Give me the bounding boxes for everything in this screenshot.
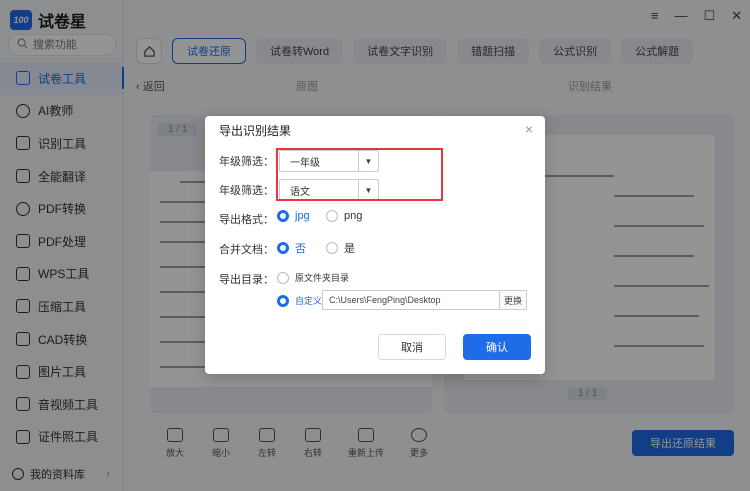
merge-radio-no[interactable]: 否 bbox=[277, 240, 306, 256]
radio-icon bbox=[277, 242, 289, 254]
format-radio-jpg[interactable]: jpg bbox=[277, 210, 310, 222]
subject-label: 年级筛选： bbox=[219, 185, 274, 197]
radio-icon bbox=[326, 210, 338, 222]
format-label: 导出格式： bbox=[219, 214, 274, 226]
format-jpg-label: jpg bbox=[295, 210, 310, 222]
radio-icon bbox=[277, 294, 289, 307]
dir-original-label: 原文件夹目录 bbox=[295, 273, 350, 283]
dir-custom-label: 自定义 bbox=[295, 296, 323, 306]
merge-radio-yes[interactable]: 是 bbox=[326, 240, 355, 256]
merge-label: 合并文档： bbox=[219, 244, 274, 256]
change-path-button[interactable]: 更换 bbox=[499, 290, 527, 310]
dir-radio-original[interactable]: 原文件夹目录 bbox=[277, 271, 349, 284]
close-icon[interactable]: × bbox=[525, 121, 533, 137]
merge-yes-label: 是 bbox=[344, 243, 355, 255]
dir-radio-custom[interactable]: 自定义 bbox=[277, 294, 322, 307]
radio-icon bbox=[277, 271, 289, 284]
highlight-box bbox=[276, 148, 443, 201]
cancel-button[interactable]: 取消 bbox=[378, 334, 446, 360]
custom-path-field[interactable]: C:\Users\FengPing\Desktop bbox=[322, 290, 500, 310]
confirm-button[interactable]: 确认 bbox=[463, 334, 531, 360]
dir-label: 导出目录： bbox=[219, 274, 274, 286]
format-radio-png[interactable]: png bbox=[326, 210, 362, 222]
grade-label: 年级筛选： bbox=[219, 156, 274, 168]
format-png-label: png bbox=[344, 210, 363, 222]
radio-icon bbox=[326, 242, 338, 254]
dialog-title: 导出识别结果 bbox=[219, 124, 292, 138]
radio-icon bbox=[277, 210, 289, 222]
merge-no-label: 否 bbox=[295, 243, 306, 255]
